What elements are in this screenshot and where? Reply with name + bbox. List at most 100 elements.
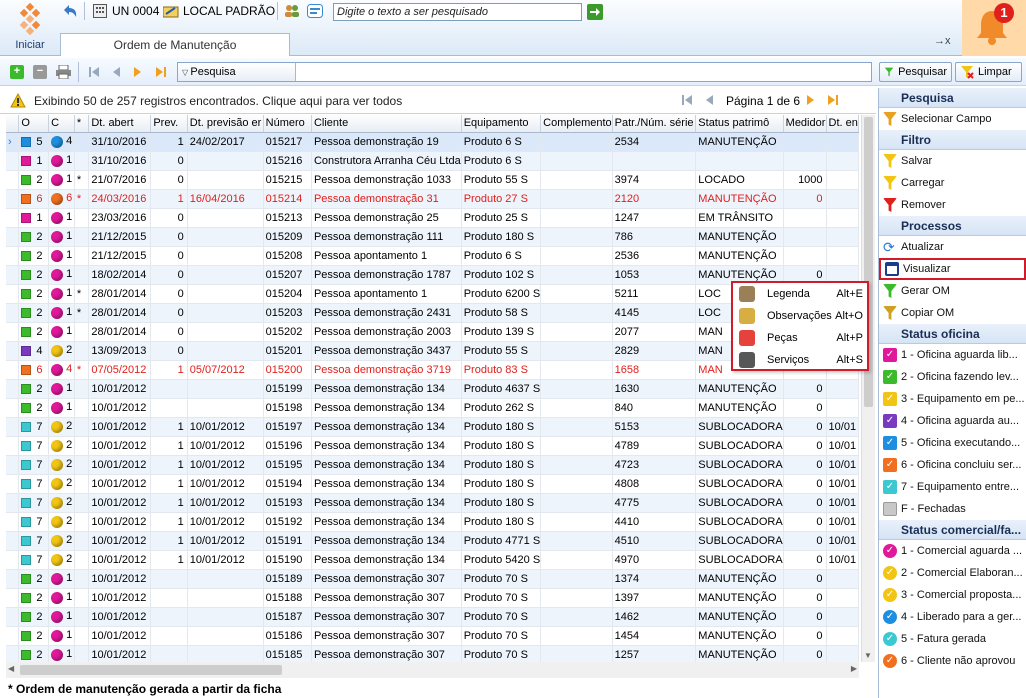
context-menu-item[interactable]: Legenda Alt+E (733, 283, 867, 305)
table-row[interactable]: 2 1 10/01/2012 015187 Pessoa demonstração 30… (6, 607, 859, 627)
last-page-icon[interactable] (155, 66, 167, 78)
next-page-icon[interactable] (806, 94, 816, 106)
table-row[interactable]: 2 1 * 21/07/2016 0 015215 Pessoa demonstração … (6, 170, 859, 190)
panel-item[interactable]: ✓ 3 - Comercial proposta... (879, 584, 1026, 606)
table-row[interactable]: 7 2 10/01/2012 1 10/01/2012 015193 Pessoa demo… (6, 493, 859, 513)
column-header[interactable]: Número (263, 115, 312, 133)
scroll-down-icon[interactable]: ▼ (864, 651, 872, 660)
row-indicator[interactable] (6, 493, 20, 513)
prev-page-icon[interactable] (704, 94, 714, 106)
search-field-selector[interactable]: ▽ Pesquisa (178, 63, 296, 81)
table-row[interactable]: 2 1 10/01/2012 015199 Pessoa demonstração 13… (6, 379, 859, 399)
row-indicator[interactable] (6, 246, 20, 266)
row-indicator[interactable] (6, 645, 20, 662)
go-arrow-icon[interactable] (587, 4, 603, 20)
table-row[interactable]: 7 2 10/01/2012 1 10/01/2012 015191 Pessoa demo… (6, 531, 859, 551)
users-icon[interactable] (284, 4, 300, 18)
column-header[interactable]: Patr./Núm. série (612, 115, 697, 133)
column-header[interactable]: Complemento (540, 115, 613, 133)
column-header[interactable]: O (18, 115, 50, 133)
column-header-sorted[interactable]: Dt. abert (88, 115, 152, 133)
pesquisar-button[interactable]: Pesquisar (879, 62, 952, 82)
table-row[interactable]: 1 1 31/10/2016 0 015216 Construtora Arranha C… (6, 151, 859, 171)
table-row[interactable]: 7 2 10/01/2012 1 10/01/2012 015192 Pessoa demo… (6, 512, 859, 532)
add-icon[interactable]: + (10, 65, 24, 79)
row-indicator[interactable] (6, 189, 20, 209)
location-icon[interactable] (163, 4, 179, 18)
scroll-left-icon[interactable]: ◀ (8, 664, 14, 673)
table-row[interactable]: 2 1 10/01/2012 015198 Pessoa demonstração 13… (6, 398, 859, 418)
column-header[interactable]: C (48, 115, 75, 133)
table-row[interactable]: 2 1 21/12/2015 0 015209 Pessoa demonstração 1… (6, 227, 859, 247)
row-indicator[interactable] (6, 398, 20, 418)
row-indicator[interactable] (6, 474, 20, 494)
panel-item[interactable]: ✓ 7 - Equipamento entre... (879, 476, 1026, 498)
column-header[interactable]: Status patrimô (695, 115, 784, 133)
scroll-right-icon[interactable]: ▶ (851, 664, 857, 673)
row-indicator[interactable] (6, 360, 20, 380)
row-indicator[interactable] (6, 550, 20, 570)
table-row[interactable]: 2 1 10/01/2012 015185 Pessoa demonstração 30… (6, 645, 859, 662)
column-header[interactable]: Medidor (783, 115, 827, 133)
panel-item[interactable]: ✓ 1 - Comercial aguarda ... (879, 540, 1026, 562)
row-indicator[interactable] (6, 303, 20, 323)
row-indicator[interactable] (6, 607, 20, 627)
tab-controls[interactable]: →x (934, 35, 951, 47)
row-indicator[interactable] (6, 227, 20, 247)
row-indicator[interactable] (6, 455, 20, 475)
row-indicator[interactable] (6, 284, 20, 304)
row-indicator[interactable] (6, 588, 20, 608)
panel-item[interactable]: ✓ 6 - Oficina concluiu ser... (879, 454, 1026, 476)
column-header[interactable]: Equipamento (461, 115, 542, 133)
column-header[interactable]: Dt. previsão er (187, 115, 264, 133)
column-header[interactable]: Prev. (150, 115, 188, 133)
row-indicator[interactable] (6, 170, 20, 190)
context-menu-item[interactable]: Peças Alt+P (733, 327, 867, 349)
table-row[interactable]: 2 1 10/01/2012 015186 Pessoa demonstração 30… (6, 626, 859, 646)
records-info-link[interactable]: Exibindo 50 de 257 registros encontrados… (34, 94, 402, 108)
column-header[interactable]: Cliente (311, 115, 462, 133)
panel-item[interactable]: ✓ 4 - Oficina aguarda au... (879, 410, 1026, 432)
print-icon[interactable] (56, 65, 71, 79)
vertical-scrollbar[interactable]: ▼ (861, 115, 875, 662)
table-row[interactable]: › 5 4 31/10/2016 1 24/02/2017 015217 Pessoa dem… (6, 132, 859, 152)
location-label[interactable]: LOCAL PADRÃO (183, 4, 275, 18)
panel-item[interactable]: ✓ 2 - Oficina fazendo lev... (879, 366, 1026, 388)
limpar-button[interactable]: Limpar (955, 62, 1022, 82)
table-row[interactable]: 7 2 10/01/2012 1 10/01/2012 015194 Pessoa demo… (6, 474, 859, 494)
panel-item[interactable]: ✓ 5 - Oficina executando... (879, 432, 1026, 454)
horizontal-scrollbar[interactable]: ◀ ▶ (6, 662, 859, 678)
panel-item[interactable]: Gerar OM (879, 280, 1026, 302)
panel-item[interactable]: Remover (879, 194, 1026, 216)
chat-icon[interactable] (307, 4, 323, 18)
row-indicator[interactable] (6, 626, 20, 646)
context-menu-item[interactable]: Serviços Alt+S (733, 349, 867, 371)
filter-search-box[interactable]: ▽ Pesquisa (177, 62, 872, 82)
row-indicator[interactable] (6, 417, 20, 437)
table-row[interactable]: 7 2 10/01/2012 1 10/01/2012 015190 Pessoa demo… (6, 550, 859, 570)
unit-label[interactable]: UN 0004 (112, 4, 159, 18)
panel-item[interactable]: Copiar OM (879, 302, 1026, 324)
row-indicator[interactable] (6, 265, 20, 285)
row-indicator[interactable] (6, 512, 20, 532)
table-row[interactable]: 2 1 10/01/2012 015188 Pessoa demonstração 30… (6, 588, 859, 608)
row-indicator[interactable] (6, 531, 20, 551)
visualizar-item[interactable]: Visualizar (879, 258, 1026, 280)
calculator-icon[interactable] (93, 4, 107, 18)
first-page-icon[interactable] (681, 94, 693, 106)
prev-page-icon[interactable] (111, 66, 121, 78)
panel-item[interactable]: ✓ 1 - Oficina aguarda lib... (879, 344, 1026, 366)
table-row[interactable]: 7 2 10/01/2012 1 10/01/2012 015196 Pessoa demo… (6, 436, 859, 456)
global-search-input[interactable]: Digite o texto a ser pesquisado (333, 3, 582, 21)
context-menu-item[interactable]: Observações Alt+O (733, 305, 867, 327)
row-indicator[interactable] (6, 322, 20, 342)
undo-icon[interactable] (61, 3, 79, 19)
tab-ordem-manutencao[interactable]: Ordem de Manutenção (60, 33, 290, 56)
panel-item[interactable]: ✓ 4 - Liberado para a ger... (879, 606, 1026, 628)
row-indicator[interactable] (6, 208, 20, 228)
row-indicator[interactable] (6, 436, 20, 456)
table-row[interactable]: 2 1 21/12/2015 0 015208 Pessoa apontamento 1P… (6, 246, 859, 266)
start-button[interactable]: Iniciar (6, 2, 54, 54)
row-indicator[interactable] (6, 341, 20, 361)
column-header[interactable]: * (74, 115, 90, 133)
